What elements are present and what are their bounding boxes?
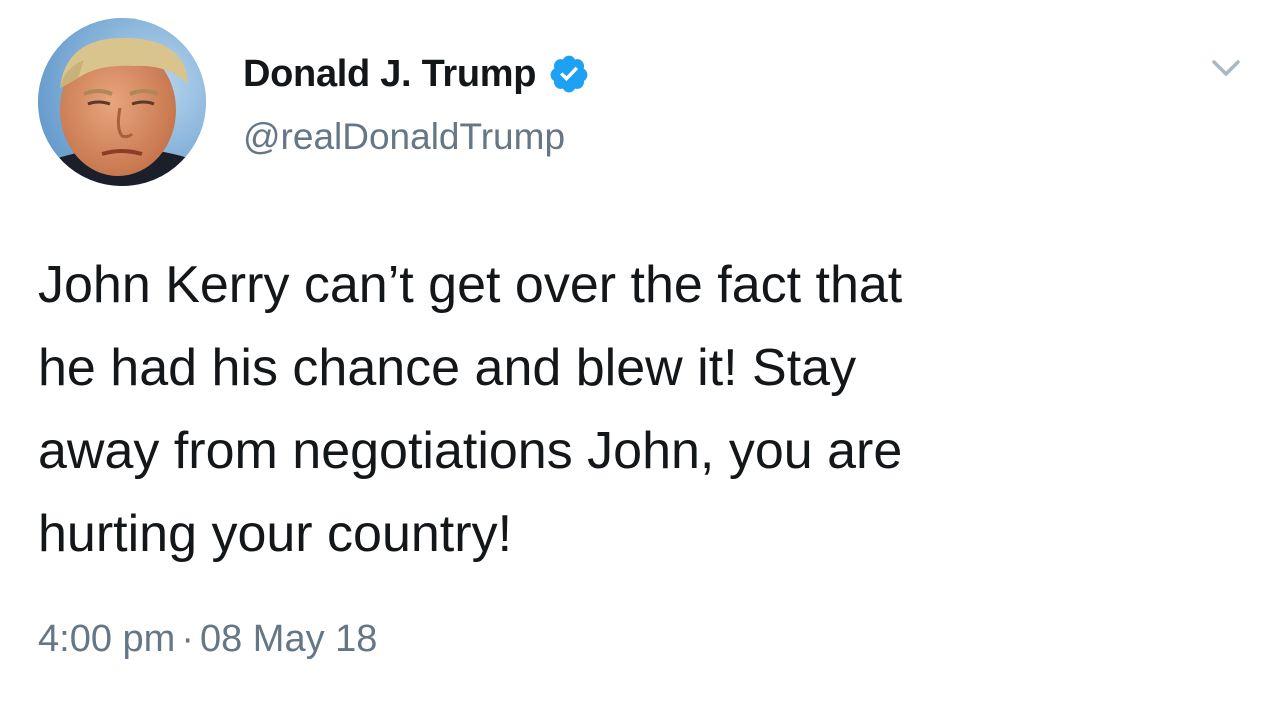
avatar-photo [38, 18, 206, 186]
tweet-text-line: John Kerry can’t get over the fact that [38, 256, 903, 314]
tweet-card: Donald J. Trump @realDonaldTrump John Ke… [0, 0, 1280, 709]
author-display-name[interactable]: Donald J. Trump [243, 53, 537, 96]
tweet-time: 4:00 pm [38, 618, 176, 660]
chevron-down-icon[interactable] [1206, 48, 1246, 88]
verified-badge-icon [548, 53, 590, 95]
tweet-timestamp[interactable]: 4:00 pm · 08 May 18 [38, 618, 377, 661]
timestamp-separator: · [181, 618, 194, 660]
tweet-text-line: he had his chance and blew it! Stay [38, 339, 857, 397]
tweet-text-line: away from negotiations John, you are [38, 422, 903, 480]
tweet-date: 08 May 18 [199, 618, 378, 660]
author-handle[interactable]: @realDonaldTrump [243, 116, 565, 158]
tweet-text: John Kerry can’t get over the fact that … [38, 244, 1248, 576]
tweet-text-line: hurting your country! [38, 505, 513, 563]
avatar[interactable] [38, 18, 206, 186]
author-name-row: Donald J. Trump [243, 46, 590, 102]
